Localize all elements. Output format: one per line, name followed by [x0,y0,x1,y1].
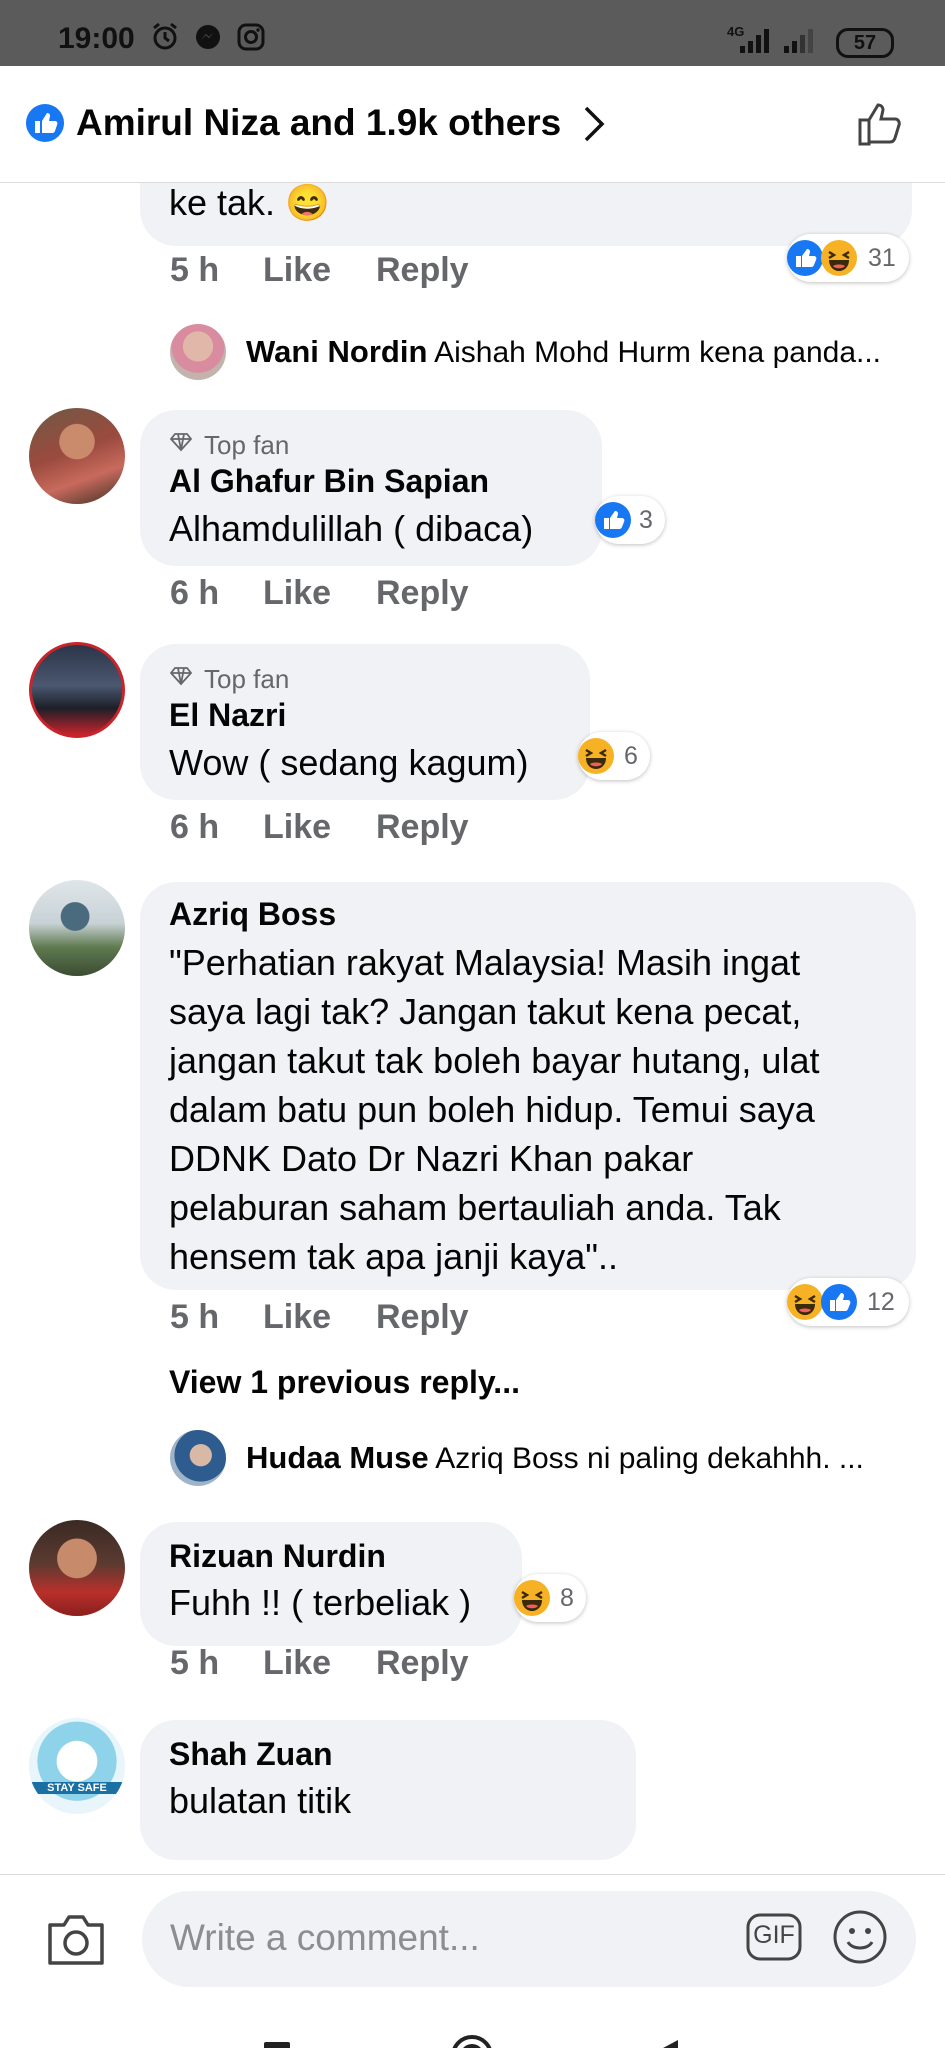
haha-reaction-icon [787,1284,823,1320]
reaction-count: 8 [560,1584,574,1612]
gif-button[interactable]: GIF [746,1913,802,1961]
comment-text-line: hensem tak apa janji kaya".. [169,1236,619,1277]
like-button[interactable]: Like [263,1644,331,1683]
comment-author[interactable]: Al Ghafur Bin Sapian [169,463,489,500]
reply-button[interactable]: Reply [376,1644,469,1683]
reply-author: Wani Nordin [246,334,428,369]
avatar-caption: STAY SAFE [29,1782,125,1794]
camera-icon[interactable] [46,1911,106,1967]
like-reaction-icon [26,104,64,142]
avatar[interactable] [29,408,125,504]
avatar[interactable] [29,880,125,976]
comment-time: 6 h [170,574,220,612]
back-icon[interactable] [648,2038,680,2048]
reaction-badge[interactable]: 6 [578,732,650,780]
top-fan-badge: Top fan [204,664,290,694]
haha-reaction-icon [578,738,614,774]
comment-text: bulatan titik [169,1780,352,1821]
top-fan-badge: Top fan [204,430,290,460]
comment-text-line: jangan takut tak boleh bayar hutang, ula… [169,1040,820,1081]
like-reaction-icon [821,1284,857,1320]
status-time: 19:00 [58,22,135,55]
reply-snippet: Aishah Mohd Hurm kena panda... [434,336,882,369]
comment-author[interactable]: Shah Zuan [169,1736,333,1773]
chevron-right-icon[interactable] [582,104,606,144]
comment-text: Fuhh !! ( terbeliak ) [169,1582,472,1623]
recents-icon[interactable] [262,2040,292,2048]
haha-reaction-icon [821,240,857,276]
reaction-count: 31 [868,244,896,272]
reaction-count: 3 [639,506,653,534]
reaction-badge[interactable]: 31 [787,234,909,282]
avatar[interactable]: STAY SAFE [29,1718,125,1814]
messenger-icon [196,25,220,49]
reply-button[interactable]: Reply [376,574,469,613]
comment-text-line: pelaburan saham bertauliah anda. Tak [169,1187,781,1228]
comment-composer: Write a comment... GIF [0,1874,945,1997]
reactions-summary[interactable]: Amirul Niza and 1.9k others [76,102,561,144]
comment-time: 5 h [170,1298,220,1336]
avatar[interactable] [29,642,125,738]
like-reaction-icon [595,502,631,538]
signal-icon-2 [784,29,813,53]
comment-time: 5 h [170,251,220,289]
reaction-badge[interactable]: 8 [514,1574,586,1622]
alarm-icon [153,22,177,50]
comment-text: Alhamdulillah ( dibaca) [169,508,534,549]
view-previous-replies[interactable]: View 1 previous reply... [169,1364,520,1401]
comment-time: 6 h [170,808,220,846]
like-button[interactable]: Like [263,808,331,847]
status-bar: 19:00 4G 57 [0,0,945,66]
signal-icon [740,29,769,53]
gif-label: GIF [753,1921,795,1949]
like-reaction-icon [787,240,823,276]
instagram-icon [237,23,265,51]
comment-time: 5 h [170,1644,220,1682]
comment-text-line: DDNK Dato Dr Nazri Khan pakar [169,1138,694,1179]
comment-author[interactable]: El Nazri [169,697,286,734]
android-nav-bar [0,1998,945,2048]
emoji-icon[interactable] [832,1909,888,1965]
battery-indicator: 57 [836,28,894,58]
reply-author: Hudaa Muse [246,1440,429,1475]
comment-text: ke tak. 😄 [169,182,330,223]
comment-placeholder: Write a comment... [170,1917,480,1958]
battery-level: 57 [853,32,877,54]
reactions-header[interactable]: Amirul Niza and 1.9k others [0,66,945,183]
comment-input[interactable]: Write a comment... GIF [142,1891,916,1987]
reply-button[interactable]: Reply [376,808,469,847]
haha-reaction-icon [514,1580,550,1616]
reply-preview[interactable]: Wani Nordin Aishah Mohd Hurm kena panda.… [246,334,906,370]
reply-button[interactable]: Reply [376,1298,469,1337]
diamond-icon [169,433,193,452]
avatar[interactable] [170,324,226,380]
home-icon[interactable] [450,2034,494,2048]
reaction-badge[interactable]: 3 [595,496,665,544]
like-button[interactable]: Like [263,1298,331,1337]
comment-text-line: saya lagi tak? Jangan takut kena pecat, [169,991,802,1032]
like-button[interactable]: Like [263,574,331,613]
comment-author[interactable]: Azriq Boss [169,896,336,933]
comment-text-line: dalam batu pun boleh hidup. Temui saya [169,1089,815,1130]
reaction-badge[interactable]: 12 [787,1278,909,1326]
comment-text: Wow ( sedang kagum) [169,742,529,783]
diamond-icon [169,667,193,686]
reaction-count: 12 [867,1288,895,1316]
reply-button[interactable]: Reply [376,251,469,290]
reaction-count: 6 [624,742,638,770]
comments-sheet: Amirul Niza and 1.9k others ke tak. 😄 5 … [0,66,945,2048]
avatar[interactable] [170,1430,226,1486]
reply-snippet: Azriq Boss ni paling dekahhh. ... [435,1442,864,1475]
reply-preview[interactable]: Hudaa Muse Azriq Boss ni paling dekahhh.… [246,1440,906,1476]
like-outline-icon[interactable] [856,98,906,148]
comment-author[interactable]: Rizuan Nurdin [169,1538,386,1575]
like-button[interactable]: Like [263,251,331,290]
avatar[interactable] [29,1520,125,1616]
comment-list[interactable]: ke tak. 😄 5 h Like Reply 31 Wani Nordin … [0,182,945,1874]
comment-text-line: "Perhatian rakyat Malaysia! Masih ingat [169,942,801,983]
